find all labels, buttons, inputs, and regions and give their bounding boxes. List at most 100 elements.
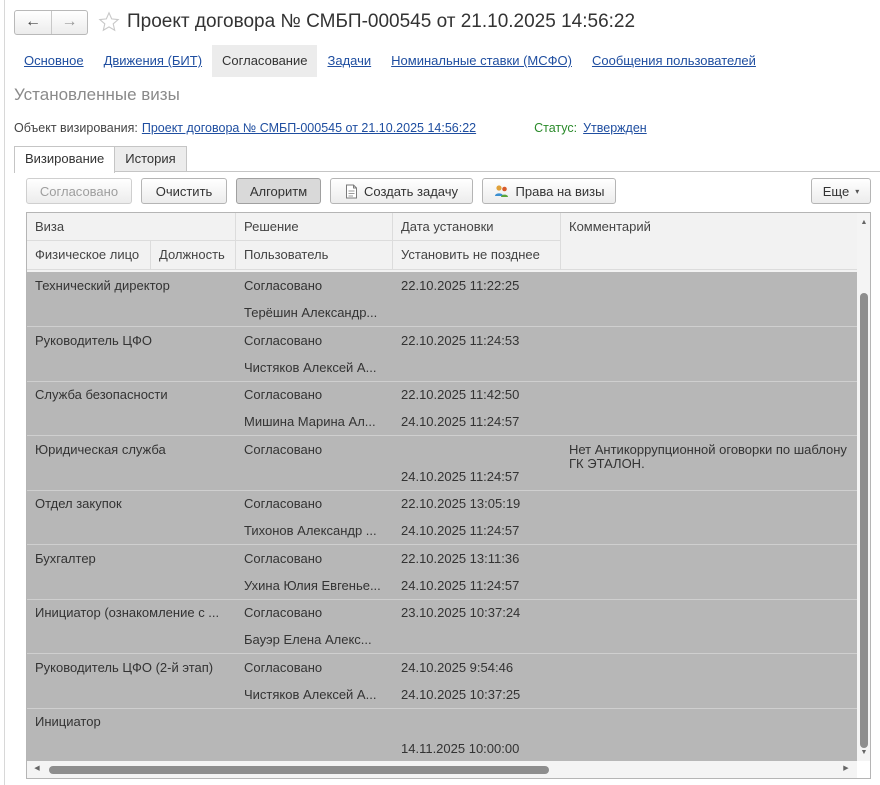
- table-row[interactable]: Инициатор (ознакомление с ... Согласовано…: [27, 599, 857, 654]
- header-visa[interactable]: Виза: [27, 213, 236, 241]
- favorite-button[interactable]: [97, 10, 121, 34]
- algorithm-button-label: Алгоритм: [249, 183, 308, 199]
- header-comment[interactable]: Комментарий: [561, 213, 857, 270]
- status-link[interactable]: Утвержден: [583, 121, 647, 135]
- arrow-left-icon: ←: [25, 13, 41, 30]
- cell-deadline: 24.10.2025 11:24:57: [401, 414, 520, 429]
- create-task-button-label: Создать задачу: [363, 183, 458, 199]
- object-link[interactable]: Проект договора № СМБП-000545 от 21.10.2…: [142, 121, 476, 135]
- object-label: Объект визирования:: [14, 121, 138, 135]
- table-row[interactable]: Технический директор Согласовано 22.10.202…: [27, 272, 857, 327]
- visa-table: Виза Решение Дата установки Комментарий …: [26, 212, 871, 779]
- cell-visa: Инициатор (ознакомление с ...: [35, 605, 220, 620]
- nav-link-user-messages[interactable]: Сообщения пользователей: [582, 45, 766, 77]
- scroll-left-icon[interactable]: ◀: [33, 765, 41, 773]
- window-left-border: [4, 0, 5, 785]
- cell-user: Мишина Марина Ал...: [244, 414, 376, 429]
- header-deadline[interactable]: Установить не позднее: [393, 241, 561, 270]
- status-label: Статус:: [534, 121, 578, 135]
- visa-rights-button[interactable]: Права на визы: [482, 178, 616, 204]
- title-bar: ← → Проект договора № СМБП-000545 от 21.…: [14, 7, 635, 37]
- cell-date: [393, 708, 561, 735]
- cell-decision: Согласовано: [244, 387, 323, 402]
- cell-comment: [561, 279, 857, 313]
- table-row[interactable]: Бухгалтер Согласовано 22.10.2025 13:11:36 У…: [27, 545, 857, 600]
- cell-user: Чистяков Алексей А...: [244, 687, 377, 702]
- history-nav: ← →: [14, 9, 88, 35]
- cell-comment: [561, 606, 857, 640]
- cell-comment: [561, 715, 857, 749]
- cell-visa: Служба безопасности: [35, 387, 168, 402]
- horizontal-scrollbar[interactable]: ◀ ▶: [27, 761, 857, 778]
- algorithm-button[interactable]: Алгоритм: [236, 178, 321, 204]
- vertical-scroll-thumb[interactable]: [860, 293, 868, 748]
- header-position[interactable]: Должность: [151, 241, 236, 270]
- cell-date: 22.10.2025 11:42:50: [401, 387, 520, 402]
- cell-visa: Руководитель ЦФО (2-й этап): [35, 660, 214, 675]
- chevron-down-icon: ▾: [855, 186, 860, 196]
- visa-rights-button-label: Права на визы: [515, 183, 605, 199]
- scroll-up-icon[interactable]: ▲: [860, 219, 868, 227]
- tab-visa[interactable]: Визирование: [14, 146, 116, 173]
- cell-decision: Согласовано: [244, 496, 323, 511]
- header-date[interactable]: Дата установки: [393, 213, 561, 241]
- scroll-down-icon[interactable]: ▼: [860, 749, 868, 757]
- cell-user: Ухина Юлия Евгенье...: [244, 578, 381, 593]
- page-heading: Установленные визы: [14, 85, 180, 104]
- document-icon: [345, 184, 358, 199]
- clear-button[interactable]: Очистить: [141, 178, 227, 204]
- table-row[interactable]: Руководитель ЦФО (2-й этап) Согласовано 24…: [27, 654, 857, 709]
- cell-deadline: [393, 354, 561, 381]
- cell-deadline: 24.10.2025 10:37:25: [401, 687, 521, 702]
- header-decision[interactable]: Решение: [236, 213, 393, 241]
- cell-comment: Нет Антикоррупционной оговорки по шаблон…: [569, 443, 847, 471]
- cell-visa: Юридическая служба: [35, 442, 166, 457]
- cell-user: Чистяков Алексей А...: [244, 360, 377, 375]
- nav-link-movements[interactable]: Движения (БИТ): [94, 45, 212, 77]
- create-task-button[interactable]: Создать задачу: [330, 178, 473, 204]
- object-info: Объект визирования: Проект договора № СМ…: [14, 120, 647, 136]
- cell-comment: [561, 661, 857, 695]
- table-row[interactable]: Служба безопасности Согласовано 22.10.2025…: [27, 381, 857, 436]
- table-row[interactable]: Отдел закупок Согласовано 22.10.2025 13:05…: [27, 490, 857, 545]
- cell-visa: Бухгалтер: [35, 551, 96, 566]
- nav-link-nominal-rates[interactable]: Номинальные ставки (МСФО): [381, 45, 582, 77]
- vertical-scrollbar[interactable]: ▲ ▼: [857, 213, 870, 761]
- table-row[interactable]: Руководитель ЦФО Согласовано 22.10.2025 11…: [27, 327, 857, 382]
- back-button[interactable]: ←: [15, 11, 51, 34]
- approved-button[interactable]: Согласовано: [26, 178, 132, 204]
- nav-link-main[interactable]: Основное: [14, 45, 94, 77]
- scroll-right-icon[interactable]: ▶: [842, 765, 850, 773]
- star-icon: [98, 11, 120, 32]
- forward-button[interactable]: →: [51, 10, 87, 34]
- nav-link-approval[interactable]: Согласование: [212, 45, 318, 77]
- cell-user: Терёшин Александр...: [244, 305, 378, 320]
- cell-decision: Согласовано: [244, 442, 323, 457]
- cell-deadline: 24.10.2025 11:24:57: [401, 578, 520, 593]
- cell-comment: [561, 497, 857, 531]
- cell-date: 24.10.2025 9:54:46: [401, 660, 514, 675]
- tab-history[interactable]: История: [114, 146, 187, 172]
- users-key-icon: [494, 184, 510, 199]
- cell-visa: Инициатор: [35, 714, 101, 729]
- table-header: Виза Решение Дата установки Комментарий …: [27, 213, 857, 272]
- cell-date: 22.10.2025 13:05:19: [401, 496, 521, 511]
- cell-decision: [236, 708, 393, 735]
- table-row[interactable]: Юридическая служба Согласовано 24.10.2025 …: [27, 436, 857, 491]
- arrow-right-icon: →: [61, 13, 78, 30]
- cell-decision: Согласовано: [244, 333, 323, 348]
- table-body: Технический директор Согласовано 22.10.202…: [27, 272, 857, 761]
- cell-deadline: 14.11.2025 10:00:00: [401, 741, 520, 756]
- header-user[interactable]: Пользователь: [236, 241, 393, 270]
- horizontal-scroll-thumb[interactable]: [49, 766, 549, 774]
- header-person[interactable]: Физическое лицо: [27, 241, 151, 270]
- nav-link-tasks[interactable]: Задачи: [317, 45, 381, 77]
- cell-date: 22.10.2025 11:22:25: [401, 278, 520, 293]
- cell-decision: Согласовано: [244, 605, 323, 620]
- cell-user: [236, 735, 393, 761]
- cell-visa: Руководитель ЦФО: [35, 333, 152, 348]
- cell-deadline: 24.10.2025 11:24:57: [401, 523, 520, 538]
- more-button[interactable]: Еще ▾: [811, 178, 871, 204]
- table-row[interactable]: Инициатор 14.11.2025 10:00:00: [27, 708, 857, 761]
- inner-tabs: Визирование История: [14, 146, 187, 173]
